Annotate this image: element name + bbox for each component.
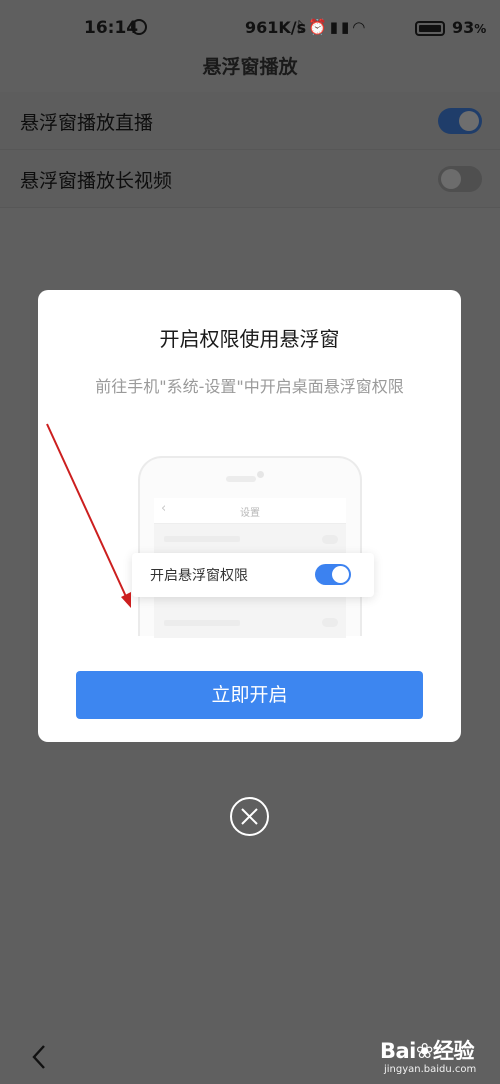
close-dialog-button[interactable] — [230, 797, 269, 836]
placeholder-toggle — [322, 535, 338, 544]
illustration-toggle — [315, 564, 351, 585]
toggle-knob — [332, 566, 349, 583]
setting-row-live[interactable]: 悬浮窗播放直播 — [0, 92, 500, 150]
placeholder-line — [164, 620, 240, 626]
permission-dialog: 开启权限使用悬浮窗 前往手机"系统-设置"中开启桌面悬浮窗权限 ‹ 设置 开启悬… — [38, 290, 461, 742]
phone-speaker — [226, 476, 256, 482]
setting-label: 悬浮窗播放直播 — [20, 112, 154, 134]
illustration-nav-bar: ‹ 设置 — [154, 498, 346, 524]
illustration-screen-title: 设置 — [240, 508, 260, 519]
open-now-button[interactable]: 立即开启 — [76, 671, 423, 719]
signal-hd-icon: ▮ — [329, 18, 341, 36]
nfc-icon — [131, 19, 147, 35]
phone-camera — [257, 471, 264, 478]
illustration-permission-card: 开启悬浮窗权限 — [132, 553, 374, 597]
alarm-icon: ⏰ — [308, 18, 330, 36]
page-title: 悬浮窗播放 — [202, 56, 298, 78]
bluetooth-icon: ᛒ — [296, 18, 309, 36]
placeholder-line — [164, 536, 240, 542]
wifi-icon: ◠ — [352, 18, 369, 36]
status-time: 16:14 — [84, 18, 139, 38]
watermark-url: jingyan.baidu.com — [384, 1064, 477, 1075]
paw-icon: ❀ — [415, 1039, 434, 1063]
toggle-knob — [459, 111, 479, 131]
battery-icon — [415, 21, 445, 36]
dialog-description: 前往手机"系统-设置"中开启桌面悬浮窗权限 — [95, 377, 404, 396]
illustration-card-label: 开启悬浮窗权限 — [150, 568, 248, 584]
toggle-switch-long-video[interactable] — [438, 166, 482, 192]
toggle-switch-live[interactable] — [438, 108, 482, 134]
placeholder-toggle — [322, 618, 338, 627]
setting-label: 悬浮窗播放长视频 — [20, 170, 173, 192]
battery-level: 93% — [452, 18, 487, 37]
phone-illustration: ‹ 设置 — [138, 456, 362, 638]
dialog-title: 开启权限使用悬浮窗 — [159, 327, 340, 351]
baidu-jingyan-logo: Bai❀经验 — [380, 1039, 475, 1063]
setting-row-long-video[interactable]: 悬浮窗播放长视频 — [0, 150, 500, 208]
chevron-left-icon[interactable] — [26, 1042, 52, 1072]
status-bar: 16:14 961K/s ᛒ⏰▮▮◠ 93% — [0, 0, 500, 56]
status-icons: ᛒ⏰▮▮◠ — [296, 18, 368, 36]
signal-hd-icon: ▮ — [340, 18, 353, 36]
close-icon — [241, 808, 258, 825]
toggle-knob — [441, 169, 461, 189]
